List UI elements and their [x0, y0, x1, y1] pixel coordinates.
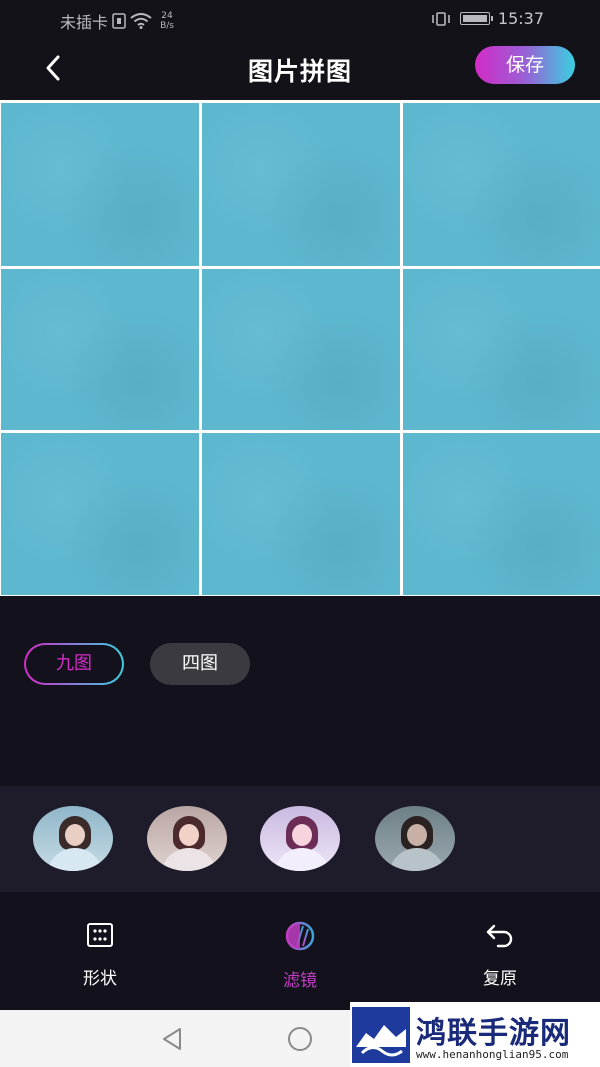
filter-thumb-pink[interactable] — [260, 806, 340, 871]
nav-home-circle-icon[interactable] — [286, 1025, 314, 1053]
status-right: 15:37 — [430, 9, 544, 28]
net-speed: 24 B/s — [156, 11, 178, 31]
filter-thumb-warm[interactable] — [147, 806, 227, 871]
portrait-face — [407, 824, 427, 846]
grid-cell-9[interactable] — [403, 433, 600, 595]
shape-tool[interactable]: 形状 — [60, 920, 140, 989]
grid-cell-7[interactable] — [1, 433, 199, 595]
vibrate-icon — [432, 11, 450, 26]
watermark-url: www.henanhonglian95.com — [416, 1048, 569, 1061]
watermark: 鸿联手游网 www.henanhonglian95.com — [350, 1002, 600, 1067]
filter-lens-icon — [285, 921, 315, 951]
carrier-text: 未插卡 — [60, 13, 109, 32]
grid-cell-2[interactable] — [202, 103, 400, 266]
shape-tool-label: 形状 — [83, 969, 117, 989]
portrait-face — [179, 824, 199, 846]
portrait-face — [65, 824, 85, 846]
header: 图片拼图 保存 — [0, 38, 600, 100]
nine-grid-button[interactable]: 九图 — [24, 643, 124, 685]
grid-cell-8[interactable] — [202, 433, 400, 595]
status-bar: 未插卡 24 B/s 15:37 — [0, 0, 600, 38]
save-button[interactable]: 保存 — [475, 46, 575, 84]
portrait-face — [292, 824, 312, 846]
clock: 15:37 — [497, 9, 544, 28]
puzzle-grid — [0, 100, 600, 596]
grid-cell-1[interactable] — [1, 103, 199, 266]
shape-grid-icon — [87, 923, 113, 947]
net-speed-unit: B/s — [160, 21, 174, 31]
bottom-toolbar: 形状 滤镜 复原 — [0, 892, 600, 1010]
net-speed-value: 24 — [161, 11, 173, 21]
grid-cell-5[interactable] — [202, 269, 400, 430]
undo-icon — [486, 924, 513, 948]
grid-cell-6[interactable] — [403, 269, 600, 430]
battery-icon — [459, 12, 493, 25]
status-left: 未插卡 24 B/s — [60, 9, 178, 33]
filter-tool[interactable]: 滤镜 — [260, 920, 340, 991]
wifi-icon — [130, 13, 152, 29]
filter-thumb-dark[interactable] — [375, 806, 455, 871]
four-grid-button[interactable]: 四图 — [150, 643, 250, 685]
grid-cell-4[interactable] — [1, 269, 199, 430]
watermark-title: 鸿联手游网 — [416, 1016, 571, 1051]
filter-tool-label: 滤镜 — [283, 971, 317, 991]
sim-icon — [112, 13, 126, 29]
watermark-logo-icon — [352, 1007, 410, 1063]
filter-thumb-original[interactable] — [33, 806, 113, 871]
filter-strip — [0, 786, 600, 892]
reset-tool-label: 复原 — [483, 969, 517, 989]
grid-cell-3[interactable] — [403, 103, 600, 266]
reset-tool[interactable]: 复原 — [460, 920, 540, 989]
nav-back-triangle-icon[interactable] — [158, 1025, 186, 1053]
